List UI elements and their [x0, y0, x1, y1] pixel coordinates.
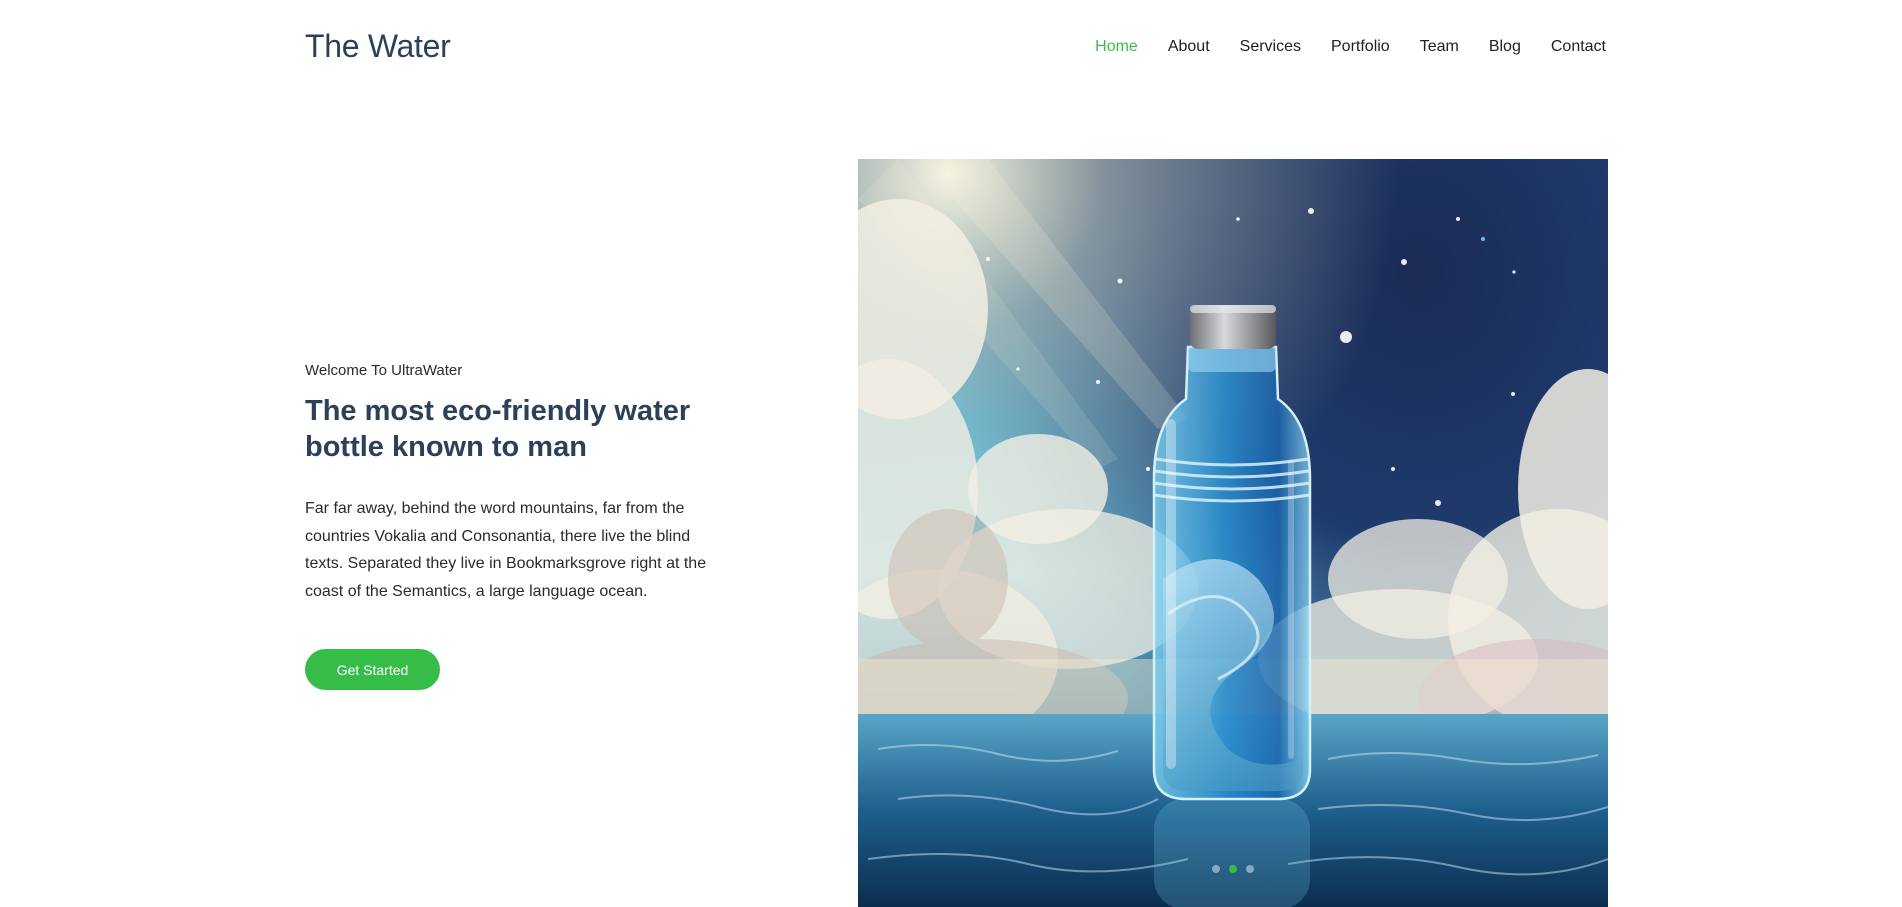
hero-body: Far far away, behind the word mountains,…: [305, 500, 707, 600]
nav-about[interactable]: About: [1168, 38, 1210, 56]
site-logo[interactable]: The Water: [305, 28, 451, 65]
get-started-button[interactable]: Get Started: [305, 649, 440, 690]
site-header: The Water Home About Services Portfolio …: [0, 0, 1902, 100]
slider-dot[interactable]: [1246, 865, 1254, 873]
bottle-illustration: [858, 159, 1608, 907]
nav-contact[interactable]: Contact: [1551, 38, 1606, 56]
slider-dot[interactable]: [1212, 865, 1220, 873]
nav-team[interactable]: Team: [1420, 38, 1459, 56]
hero-image-bottle: [858, 159, 1608, 907]
nav-services[interactable]: Services: [1240, 38, 1301, 56]
hero-text: Welcome To UltraWater The most eco-frien…: [305, 362, 725, 605]
slider-dots: [858, 865, 1608, 873]
nav-blog[interactable]: Blog: [1489, 38, 1521, 56]
hero-kicker: Welcome To UltraWater: [305, 362, 463, 379]
slider-dot-active[interactable]: [1229, 865, 1237, 873]
nav-home[interactable]: Home: [1095, 38, 1138, 56]
nav-portfolio[interactable]: Portfolio: [1331, 38, 1390, 56]
hero-headline: The most eco-friendly water bottle known…: [305, 395, 691, 463]
main-nav: Home About Services Portfolio Team Blog …: [1065, 38, 1606, 56]
